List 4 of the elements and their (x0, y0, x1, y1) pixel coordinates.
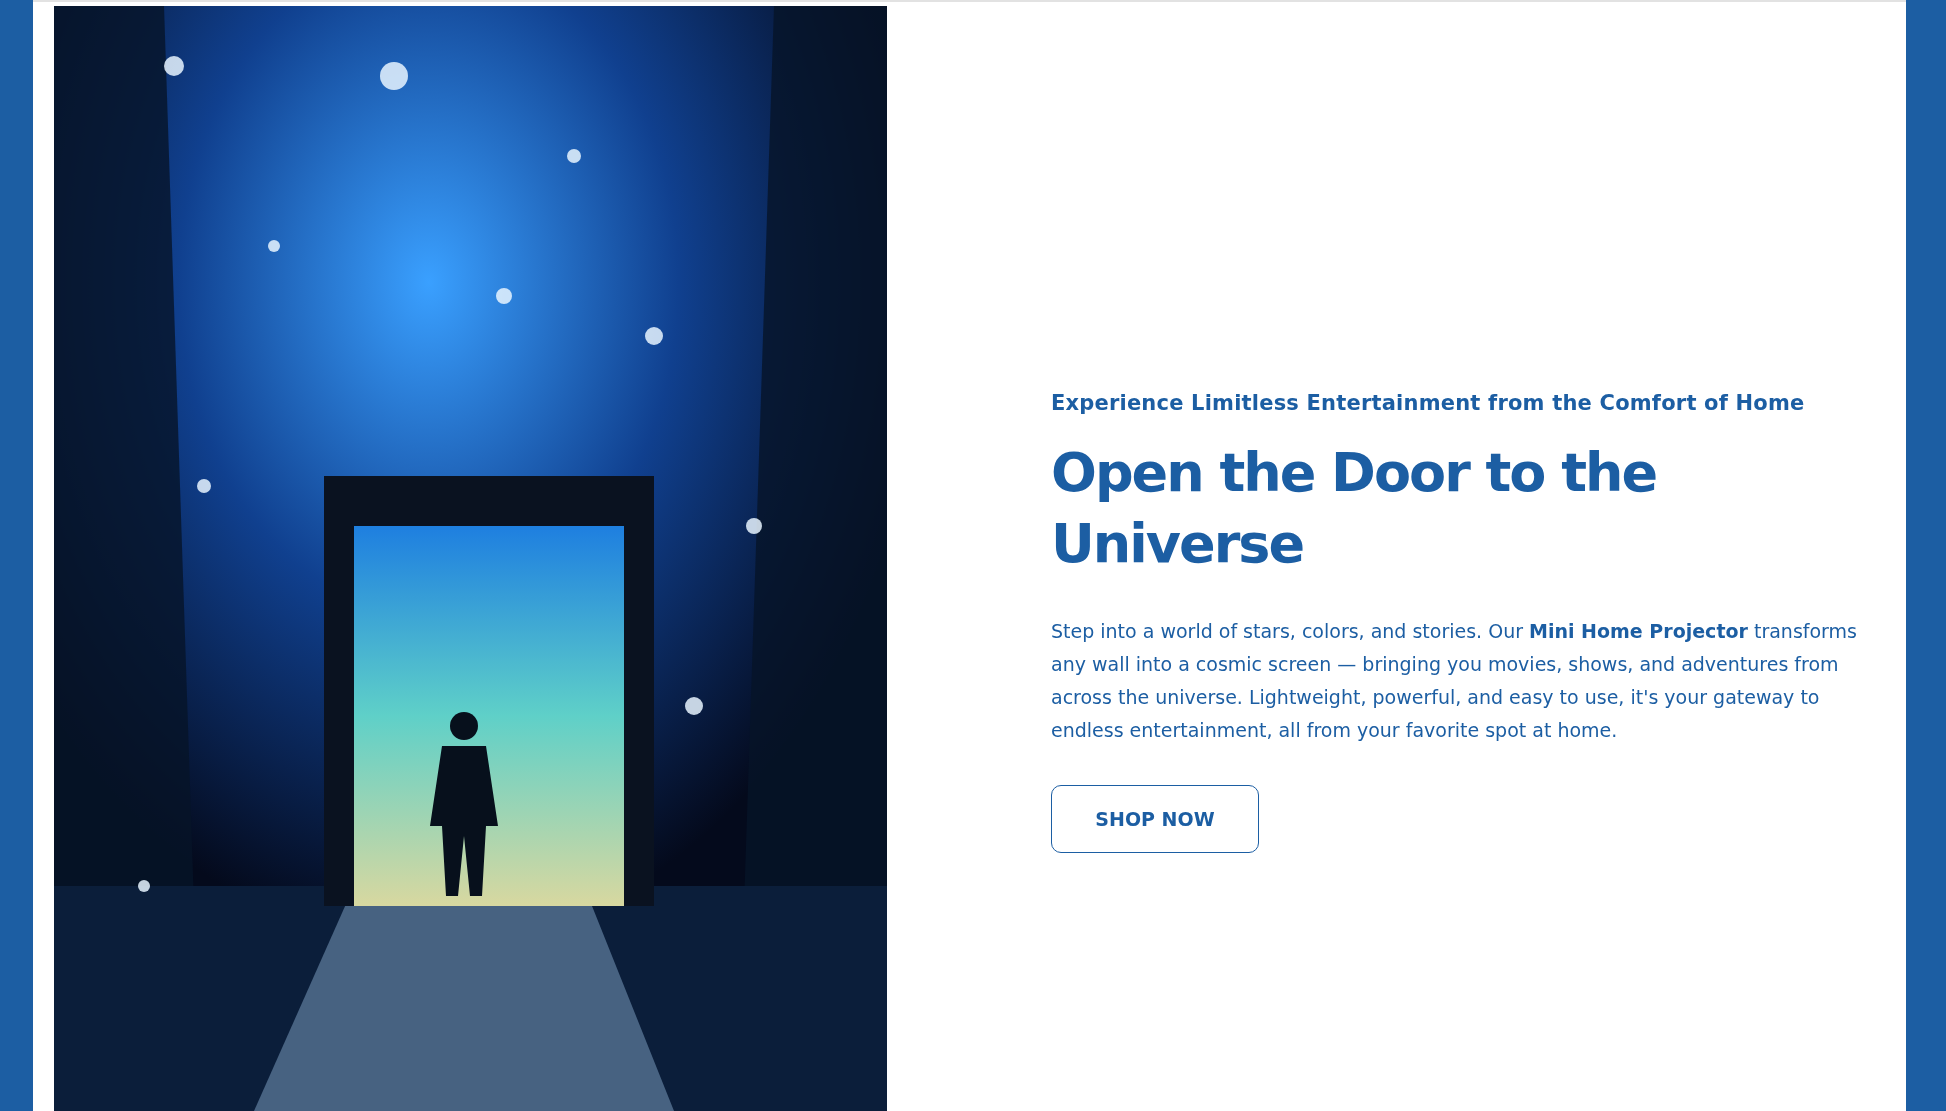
hero-title: Open the Door to the Universe (1051, 440, 1658, 577)
hero-subtitle: Experience Limitless Entertainment from the Comfort of Home (1051, 391, 1806, 415)
shop-now-button[interactable]: SHOP NOW (1051, 785, 1259, 853)
hero-description: Step into a world of stars, colors, and stories. Our Mini Home Projector transforms any wall into a cosmic screen — bringing you movies, shows, and adventures from across the universe. Lightweight, powerful, and easy to use, it's your gateway to endless entertainment, all from your favorite spot at home. (1051, 619, 1858, 743)
